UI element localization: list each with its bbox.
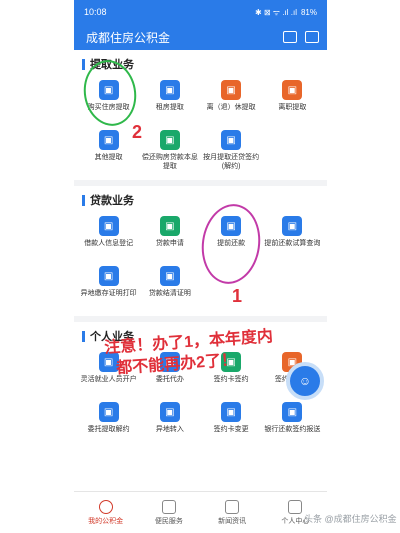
service-item-label: 离（退）休提取 [206, 104, 256, 111]
id-card-icon: ▣ [98, 216, 119, 236]
service-item-label: 偿还购房贷款本息提取 [141, 154, 198, 170]
service-item[interactable]: ▣ 租房提取 [139, 76, 200, 126]
status-icons: ✱ ⊠ ᯤ .ıl .ıl 81% [255, 7, 317, 18]
service-item[interactable]: ▣ 贷款结清证明 [139, 262, 200, 312]
tab-label: 新闻资讯 [218, 517, 247, 525]
app-title: 成都住房公积金 [86, 30, 171, 45]
calendar-icon: ▣ [221, 130, 242, 150]
status-bar: 10:08 ✱ ⊠ ᯤ .ıl .ıl 81% [74, 0, 327, 24]
service-grid: ▣ 借款人信息登记 ▣ 贷款申请 ▣ 提前还款 ▣ 提前还款试算查询 ▣ 异地缴存证明打印 ▣ 贷款结… [74, 212, 327, 312]
service-item[interactable]: ▣ 按月提取还贷签约(解约) [201, 126, 262, 176]
tab-icon [161, 499, 176, 514]
certificate-icon: ▣ [159, 266, 180, 286]
transfer-in-icon: ▣ [159, 402, 180, 422]
message-icon[interactable] [305, 31, 319, 43]
bank-icon: ▣ [282, 402, 303, 422]
annotation-number-1: 1 [232, 286, 243, 306]
signal-icon: ✱ ⊠ ᯤ .ıl .ıl [254, 7, 297, 17]
service-item[interactable]: ▣ 提前还款试算查询 [262, 212, 323, 262]
tab-item[interactable]: 便民服务 [137, 492, 200, 533]
section-title: 贷款业务 [74, 186, 327, 212]
service-item-label: 贷款申请 [155, 240, 184, 247]
service-item[interactable]: ▣ 偿还购房贷款本息提取 [139, 126, 200, 176]
service-item[interactable]: ▣ 其他提取 [78, 126, 139, 176]
house-icon: ▣ [159, 80, 180, 100]
service-item[interactable]: ▣ 借款人信息登记 [78, 212, 139, 262]
service-item-label: 提前还款试算查询 [264, 240, 321, 247]
tab-item[interactable]: 新闻资讯 [201, 492, 264, 533]
service-item-label: 委托提取解约 [87, 426, 130, 433]
status-time: 10:08 [84, 7, 107, 17]
loan-apply-icon: ▣ [159, 216, 180, 236]
section-marker [82, 58, 85, 70]
tab-icon [225, 499, 240, 514]
service-item-label: 租房提取 [155, 104, 184, 111]
service-item-label: 借款人信息登记 [84, 240, 134, 247]
battery-level: 81% [300, 7, 317, 17]
service-item[interactable]: ▣ 签约卡变更 [201, 398, 262, 448]
service-item-label: 其他提取 [94, 154, 123, 161]
family-icon: ▣ [98, 130, 119, 150]
service-item[interactable]: ▣ 离（退）休提取 [201, 76, 262, 126]
bottom-tab-bar: 我的公积金 便民服务 新闻资讯 个人中心 [74, 491, 327, 533]
service-item[interactable]: ▣ 银行还款签约报送 [262, 398, 323, 448]
tab-icon [288, 499, 303, 514]
section-marker [82, 330, 85, 342]
person-retire-icon: ▣ [221, 80, 242, 100]
robot-icon: ☺ [298, 374, 312, 388]
tab-label: 便民服务 [154, 517, 183, 525]
print-icon: ▣ [98, 266, 119, 286]
service-item-label: 贷款结清证明 [148, 290, 191, 297]
coins-icon: ▣ [159, 130, 180, 150]
delegate-cancel-icon: ▣ [98, 402, 119, 422]
service-item[interactable]: ▣ 离职提取 [262, 76, 323, 126]
section-marker [82, 194, 85, 206]
service-item[interactable]: ▣ 委托提取解约 [78, 398, 139, 448]
service-item-label: 异地缴存证明打印 [80, 290, 137, 297]
service-item-label: 异地转入 [155, 426, 184, 433]
scan-icon[interactable] [283, 31, 297, 43]
service-item-label: 离职提取 [278, 104, 307, 111]
service-item[interactable]: ▣ 异地转入 [139, 398, 200, 448]
tab-icon [98, 499, 113, 514]
service-item[interactable]: ▣ 异地缴存证明打印 [78, 262, 139, 312]
service-item[interactable]: ▣ 贷款申请 [139, 212, 200, 262]
service-item-label: 签约卡签约 [213, 376, 249, 383]
watermark: 头条 @成都住房公积金 [304, 514, 397, 524]
tab-label: 我的公积金 [88, 517, 124, 525]
section-title-text: 贷款业务 [90, 195, 134, 207]
service-item-label: 按月提取还贷签约(解约) [203, 154, 260, 170]
person-leave-icon: ▣ [282, 80, 303, 100]
app-header: 成都住房公积金 [74, 24, 327, 50]
service-item-label: 签约卡变更 [213, 426, 249, 433]
tab-item[interactable]: 我的公积金 [74, 492, 137, 533]
calculator-icon: ▣ [282, 216, 303, 236]
service-item-label: 银行还款签约报送 [264, 426, 321, 433]
assistant-fab[interactable]: ☺ [286, 362, 324, 400]
service-item-label: 委托代办 [155, 376, 184, 383]
card-change-icon: ▣ [221, 402, 242, 422]
annotation-number-2: 2 [132, 122, 143, 142]
